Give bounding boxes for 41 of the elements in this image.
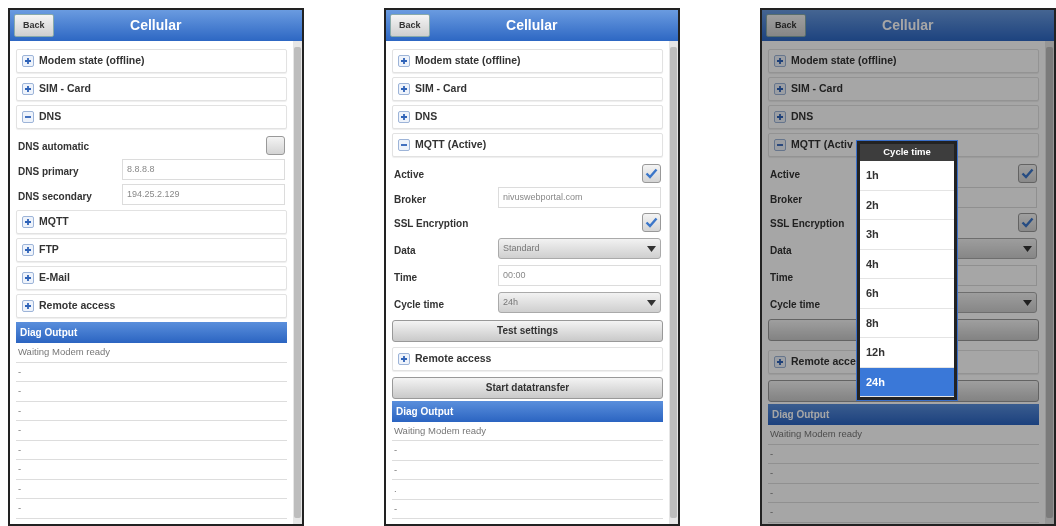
field-label: Active bbox=[770, 169, 800, 180]
field-label: Data bbox=[394, 244, 416, 256]
field-label: SSL Encryption bbox=[394, 218, 469, 229]
diag-header: Diag Output bbox=[768, 404, 1039, 425]
diag-line: - bbox=[768, 483, 1039, 503]
diag-line: - bbox=[392, 460, 663, 480]
diag-line: Waiting Modem ready bbox=[392, 421, 663, 441]
diag-line: - bbox=[16, 440, 287, 460]
diag-line: Waiting Modem ready bbox=[768, 425, 1039, 445]
diag-line: - bbox=[768, 503, 1039, 523]
diag-line: - bbox=[768, 444, 1039, 464]
field-label: Broker bbox=[770, 193, 803, 205]
diag-line: . bbox=[392, 480, 663, 500]
diag-line: - bbox=[768, 464, 1039, 484]
field-label: Cycle time bbox=[394, 298, 445, 310]
diag-line: - bbox=[392, 441, 663, 461]
diag-line: - bbox=[16, 499, 287, 519]
field-label: Active bbox=[394, 169, 424, 180]
diag-line: - bbox=[16, 421, 287, 441]
field-label: DNS primary bbox=[18, 165, 79, 177]
field-label: DNS automatic bbox=[18, 141, 90, 152]
diag-line: - bbox=[16, 401, 287, 421]
diag-line: Waiting Modem ready bbox=[16, 343, 287, 363]
field-label: Time bbox=[770, 271, 794, 283]
field-label: SSL Encryption bbox=[770, 218, 845, 229]
diag-line: - bbox=[16, 362, 287, 382]
diag-line: - bbox=[16, 479, 287, 499]
field-label: Broker bbox=[394, 193, 427, 205]
screen-title: Cellular bbox=[506, 16, 558, 35]
popup-title: Cycle time bbox=[860, 144, 954, 161]
field-label: DNS secondary bbox=[18, 190, 92, 202]
diag-line: - bbox=[16, 460, 287, 480]
diag-line: - bbox=[16, 382, 287, 402]
field-label: Cycle time bbox=[770, 298, 821, 310]
field-label: Data bbox=[770, 244, 792, 256]
diag-line: - bbox=[392, 499, 663, 519]
diag-header: Diag Output bbox=[16, 322, 287, 343]
screen-title: Cellular bbox=[130, 16, 182, 35]
field-label: Time bbox=[394, 271, 418, 283]
diag-header: Diag Output bbox=[392, 400, 663, 422]
screen-title: Cellular bbox=[882, 16, 934, 35]
